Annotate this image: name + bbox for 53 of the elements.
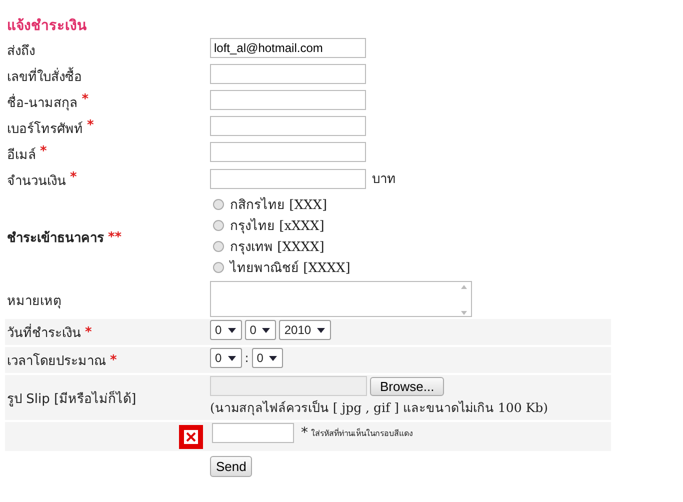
field-label: ชำระเข้าธนาคาร [7, 230, 104, 248]
field-label: เลขที่ใบสั่งซื้อ [7, 66, 82, 87]
radio-button[interactable] [213, 220, 224, 231]
radio-label: กรุงเทพ [XXXX] [230, 239, 324, 257]
file-path-field[interactable] [210, 376, 367, 396]
dropdown[interactable]: 2010 [279, 320, 332, 340]
radio-button[interactable] [213, 262, 224, 273]
dropdown[interactable]: 0 [210, 320, 242, 340]
caret-icon [262, 328, 270, 332]
required-mark: * [85, 325, 92, 340]
field-label: รูป Slip [มีหรือไม่ก็ได้] [7, 390, 136, 408]
radio-button[interactable] [213, 241, 224, 252]
required-mark: * [301, 425, 308, 441]
file-note: (นามสกุลไฟล์ควรเป็น [ jpg , gif ] และขนาดไม่เกิน 100 Kb) [210, 399, 548, 418]
text-field[interactable] [210, 90, 366, 110]
time-separator: : [244, 351, 249, 365]
field-label: วันที่ชำระเงิน [7, 322, 81, 343]
dropdown[interactable]: 0 [252, 348, 284, 368]
unit-label: บาท [372, 171, 396, 189]
note-textarea[interactable] [210, 281, 472, 317]
field-label: จำนวนเงิน [7, 173, 66, 191]
required-mark: ** [108, 230, 122, 244]
field-label: ชื่อ-นามสกุล [7, 92, 78, 113]
text-field[interactable]: loft_al@hotmail.com [210, 38, 366, 58]
text-field[interactable] [210, 116, 366, 136]
dropdown[interactable]: 0 [244, 320, 276, 340]
form-title: แจ้งชำระเงิน [6, 17, 88, 36]
field-label: อีเมล์ [7, 146, 36, 165]
field-label: เวลาโดยประมาณ [7, 352, 106, 371]
required-mark: * [70, 170, 77, 185]
required-mark: * [87, 118, 94, 133]
captcha-hint: ใส่รหัสที่ท่านเห็นในกรอบสีแดง [311, 427, 413, 440]
radio-label: กรุงไทย [xXXX] [230, 217, 324, 236]
browse-button[interactable]: Browse... [370, 376, 444, 396]
caret-icon [228, 356, 236, 360]
dropdown[interactable]: 0 [210, 348, 242, 368]
radio-button[interactable] [213, 199, 224, 210]
text-field[interactable] [210, 142, 366, 162]
required-mark: * [110, 353, 117, 368]
captcha-field[interactable] [212, 423, 294, 443]
caret-icon [228, 328, 236, 332]
text-field[interactable] [210, 168, 366, 188]
field-label: ส่งถึง [7, 43, 35, 61]
radio-label: ไทยพาณิชย์ [XXXX] [230, 259, 350, 278]
text-field[interactable] [210, 64, 366, 84]
radio-label: กสิกรไทย [XXX] [230, 196, 328, 215]
send-button[interactable]: Send [210, 456, 252, 477]
caret-icon [317, 328, 326, 332]
required-mark: * [82, 92, 89, 107]
field-label: หมายเหตุ [7, 292, 61, 310]
required-mark: * [40, 144, 47, 159]
caret-icon [269, 356, 278, 360]
field-label: เบอร์โทรศัพท์ [7, 120, 83, 139]
